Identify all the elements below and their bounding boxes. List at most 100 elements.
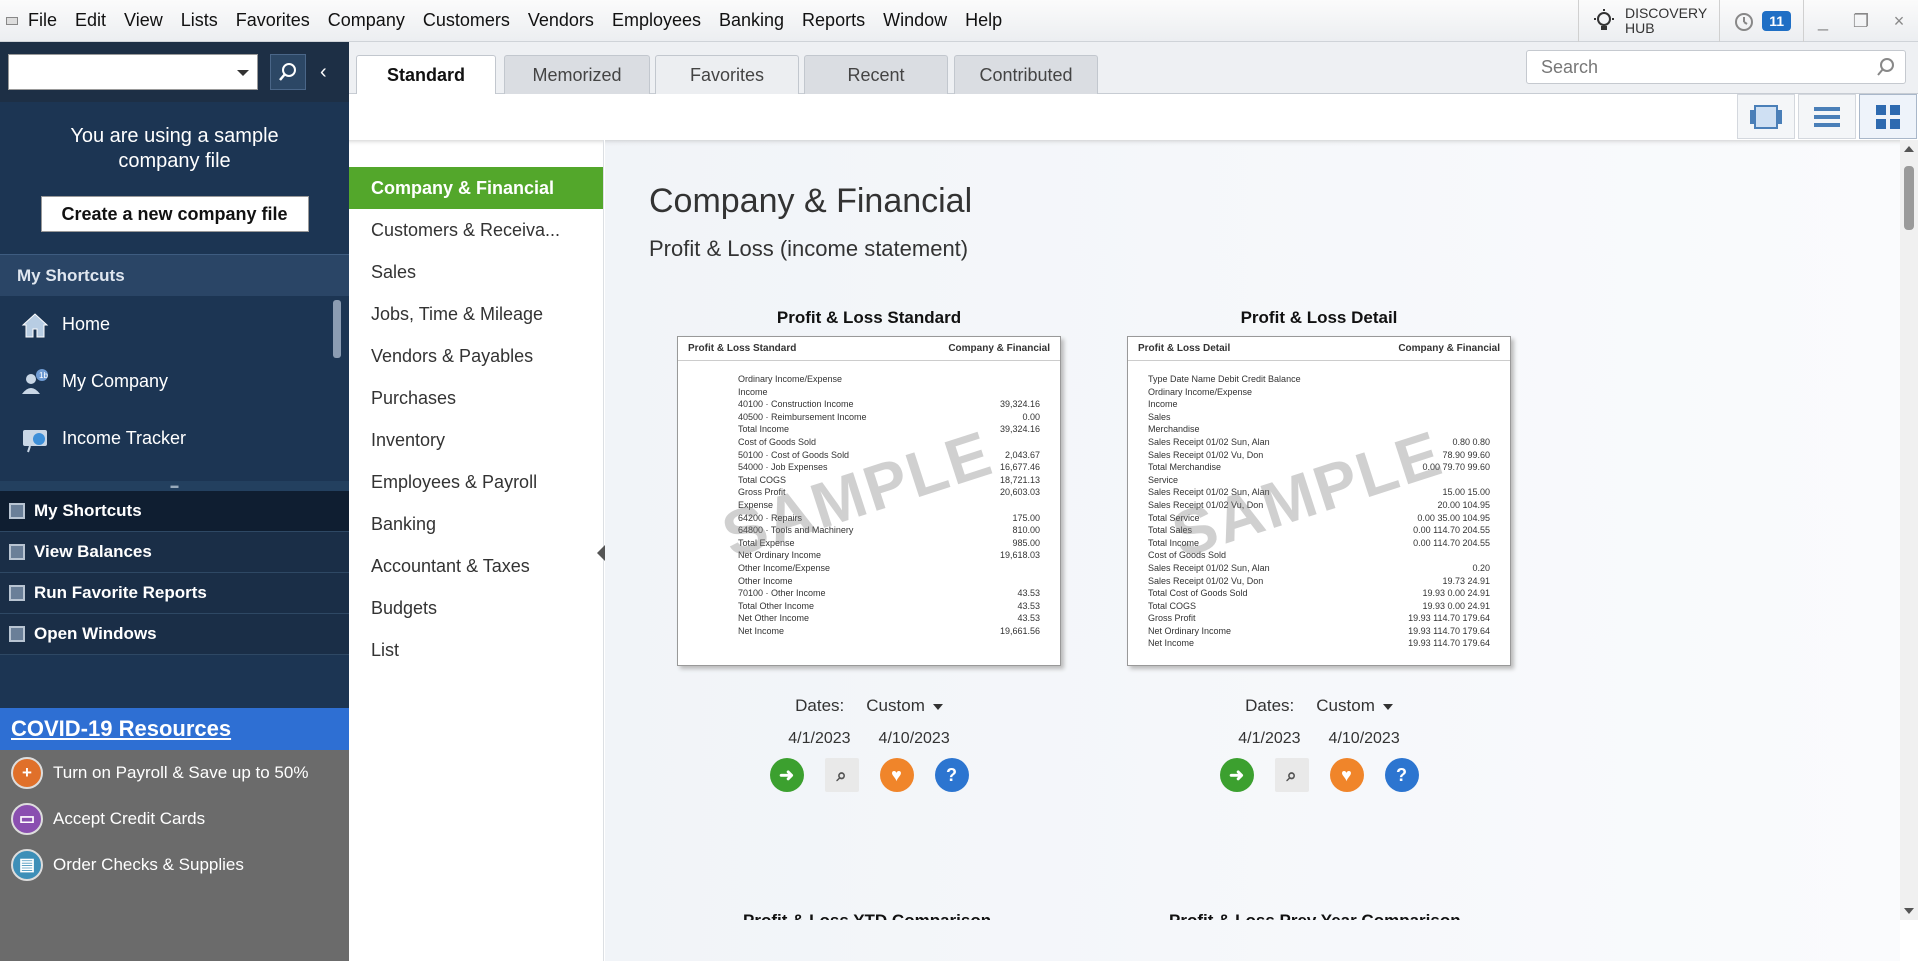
collapse-category-arrow-icon[interactable] bbox=[597, 545, 605, 561]
scroll-down-icon[interactable] bbox=[1904, 908, 1914, 914]
report-search-input[interactable]: Search bbox=[1526, 50, 1906, 84]
menu-window[interactable]: Window bbox=[883, 10, 947, 31]
report-card-title[interactable]: Profit & Loss Standard bbox=[674, 308, 1064, 328]
run-report-icon[interactable]: ➜ bbox=[769, 758, 804, 792]
menu-banking[interactable]: Banking bbox=[719, 10, 784, 31]
tab-favorites[interactable]: Favorites bbox=[655, 55, 799, 95]
category-employees-payroll[interactable]: Employees & Payroll bbox=[349, 461, 603, 503]
from-date[interactable]: 4/1/2023 bbox=[788, 730, 850, 747]
report-info-icon[interactable]: ⌕ bbox=[824, 758, 859, 792]
dates-selector[interactable]: Dates: Custom bbox=[1124, 696, 1514, 716]
category-vendors-payables[interactable]: Vendors & Payables bbox=[349, 335, 603, 377]
tab-memorized[interactable]: Memorized bbox=[504, 55, 650, 95]
report-thumbnail[interactable]: Profit & Loss Detail Company & Financial … bbox=[1127, 336, 1511, 666]
grid-view-button[interactable] bbox=[1859, 94, 1917, 139]
resource-credit-cards[interactable]: ▭ Accept Credit Cards bbox=[0, 796, 349, 842]
report-card-title[interactable]: Profit & Loss Detail bbox=[1124, 308, 1514, 328]
menu-help[interactable]: Help bbox=[965, 10, 1002, 31]
category-list[interactable]: List bbox=[349, 629, 603, 671]
panel-splitter-grip[interactable]: ▬ bbox=[0, 481, 349, 491]
thumbnail-line: Net Other Income 43.53 bbox=[738, 613, 1040, 624]
nav-view-balances[interactable]: View Balances bbox=[0, 532, 349, 573]
favorite-heart-icon[interactable]: ♥ bbox=[879, 758, 914, 792]
scroll-thumb[interactable] bbox=[1904, 166, 1914, 230]
thumbnail-line: Type Date Name Debit Credit Balance bbox=[1148, 374, 1301, 384]
main-scrollbar[interactable] bbox=[1900, 140, 1918, 920]
category-jobs-time-mileage[interactable]: Jobs, Time & Mileage bbox=[349, 293, 603, 335]
left-search-input[interactable] bbox=[8, 54, 258, 90]
nav-my-shortcuts[interactable]: My Shortcuts bbox=[0, 491, 349, 532]
dropdown-caret-icon bbox=[1382, 703, 1393, 710]
nav-run-favorite-reports[interactable]: Run Favorite Reports bbox=[0, 573, 349, 614]
thumbnail-line: 40100 · Construction Income 39,324.16 bbox=[738, 399, 1040, 410]
thumbnail-line: 40500 · Reimbursement Income 0.00 bbox=[738, 411, 1040, 422]
help-icon[interactable]: ? bbox=[1384, 758, 1419, 792]
lightbulb-icon bbox=[1593, 9, 1614, 30]
carousel-view-button[interactable] bbox=[1737, 94, 1795, 139]
shortcut-income-tracker[interactable]: Income Tracker bbox=[0, 410, 349, 467]
menu-lists[interactable]: Lists bbox=[181, 10, 218, 31]
run-report-icon[interactable]: ➜ bbox=[1219, 758, 1254, 792]
category-purchases[interactable]: Purchases bbox=[349, 377, 603, 419]
favorite-heart-icon[interactable]: ♥ bbox=[1329, 758, 1364, 792]
report-card-title-prev-year[interactable]: Profit & Loss Prev Year Comparison bbox=[1169, 908, 1461, 920]
thumbnail-line: Income bbox=[738, 386, 768, 397]
menu-customers[interactable]: Customers bbox=[423, 10, 510, 31]
home-icon bbox=[21, 312, 49, 337]
alerts-button[interactable]: 11 bbox=[1720, 0, 1804, 42]
dates-selector[interactable]: Dates: Custom bbox=[674, 696, 1064, 716]
collapse-panel-icon[interactable]: ‹ bbox=[320, 61, 327, 84]
tab-recent[interactable]: Recent bbox=[804, 55, 948, 95]
tab-contributed[interactable]: Contributed bbox=[954, 55, 1098, 95]
category-inventory[interactable]: Inventory bbox=[349, 419, 603, 461]
category-customers-receivables[interactable]: Customers & Receiva... bbox=[349, 209, 603, 251]
menu-reports[interactable]: Reports bbox=[802, 10, 865, 31]
from-date[interactable]: 4/1/2023 bbox=[1238, 730, 1300, 747]
menu-company[interactable]: Company bbox=[328, 10, 405, 31]
menu-view[interactable]: View bbox=[124, 10, 163, 31]
shortcuts-scrollbar[interactable] bbox=[333, 300, 341, 358]
report-thumbnail[interactable]: Profit & Loss Standard Company & Financia… bbox=[677, 336, 1061, 666]
to-date[interactable]: 4/10/2023 bbox=[879, 730, 950, 747]
close-icon[interactable]: × bbox=[1880, 11, 1918, 32]
search-icon[interactable] bbox=[1875, 56, 1897, 78]
shortcut-label: Home bbox=[62, 314, 111, 334]
create-company-button[interactable]: Create a new company file bbox=[40, 196, 309, 232]
category-company-financial[interactable]: Company & Financial bbox=[349, 167, 603, 209]
shortcut-home[interactable]: Home bbox=[0, 296, 349, 353]
discovery-hub-button[interactable]: DISCOVERY HUB bbox=[1577, 0, 1721, 42]
list-view-button[interactable] bbox=[1798, 94, 1856, 139]
menu-edit[interactable]: Edit bbox=[75, 10, 106, 31]
shortcut-my-company[interactable]: 1b My Company bbox=[0, 353, 349, 410]
thumbnail-line: Ordinary Income/Expense bbox=[1148, 386, 1253, 397]
scroll-up-icon[interactable] bbox=[1904, 146, 1914, 152]
discovery-hub-label: DISCOVERY HUB bbox=[1624, 5, 1708, 36]
to-date[interactable]: 4/10/2023 bbox=[1329, 730, 1400, 747]
category-sales[interactable]: Sales bbox=[349, 251, 603, 293]
thumbnail-line: Total COGS 19.93 0.00 24.91 bbox=[1148, 600, 1490, 611]
resource-checks[interactable]: ▤ Order Checks & Supplies bbox=[0, 842, 349, 888]
tab-standard[interactable]: Standard bbox=[356, 55, 496, 96]
system-menu-icon[interactable] bbox=[6, 16, 18, 25]
svg-text:1b: 1b bbox=[39, 371, 48, 380]
category-banking[interactable]: Banking bbox=[349, 503, 603, 545]
report-card-title-ytd[interactable]: Profit & Loss YTD Comparison bbox=[743, 908, 991, 920]
shortcuts-nav-icon bbox=[9, 503, 25, 519]
menu-employees[interactable]: Employees bbox=[612, 10, 701, 31]
help-icon[interactable]: ? bbox=[934, 758, 969, 792]
category-budgets[interactable]: Budgets bbox=[349, 587, 603, 629]
thumbnail-line: Merchandise bbox=[1148, 424, 1200, 435]
thumbnail-line: Total Other Income 43.53 bbox=[738, 600, 1040, 611]
menu-vendors[interactable]: Vendors bbox=[528, 10, 594, 31]
report-info-icon[interactable]: ⌕ bbox=[1274, 758, 1309, 792]
category-accountant-taxes[interactable]: Accountant & Taxes bbox=[349, 545, 603, 587]
menu-favorites[interactable]: Favorites bbox=[236, 10, 310, 31]
restore-icon[interactable]: ❐ bbox=[1842, 11, 1880, 32]
menu-file[interactable]: File bbox=[28, 10, 57, 31]
dropdown-arrow-icon[interactable] bbox=[237, 70, 249, 76]
covid-resources-link[interactable]: COVID-19 Resources bbox=[0, 708, 349, 750]
resource-payroll[interactable]: + Turn on Payroll & Save up to 50% bbox=[0, 750, 349, 796]
minimize-icon[interactable]: _ bbox=[1804, 11, 1842, 32]
nav-open-windows[interactable]: Open Windows bbox=[0, 614, 349, 655]
left-search-button[interactable] bbox=[270, 54, 306, 90]
